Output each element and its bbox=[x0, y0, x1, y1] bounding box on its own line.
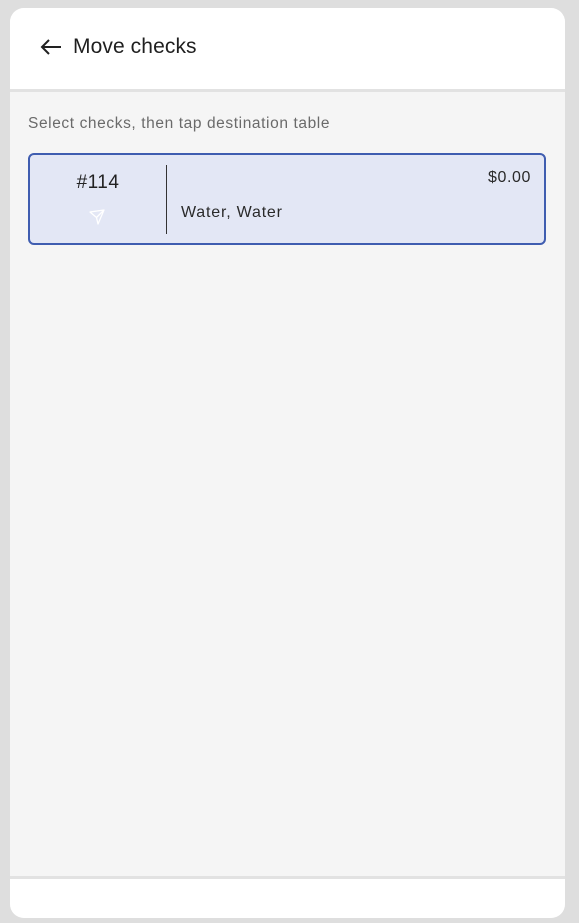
app-header: Move checks bbox=[10, 8, 565, 92]
back-button[interactable] bbox=[38, 36, 64, 62]
check-items: Water, Water bbox=[181, 204, 283, 221]
bottom-bar bbox=[10, 876, 565, 918]
send-icon bbox=[88, 208, 106, 226]
arrow-left-icon bbox=[40, 38, 62, 60]
instructions-text: Select checks, then tap destination tabl… bbox=[28, 115, 331, 132]
check-card[interactable]: #114 $0.00 Water, Water bbox=[28, 153, 546, 245]
check-amount: $0.00 bbox=[487, 169, 531, 186]
check-summary: #114 bbox=[30, 155, 166, 243]
check-number: #114 bbox=[76, 172, 120, 193]
card-divider bbox=[166, 165, 167, 234]
page-title: Move checks bbox=[73, 35, 197, 58]
move-checks-screen: Move checks Select checks, then tap dest… bbox=[10, 8, 565, 918]
